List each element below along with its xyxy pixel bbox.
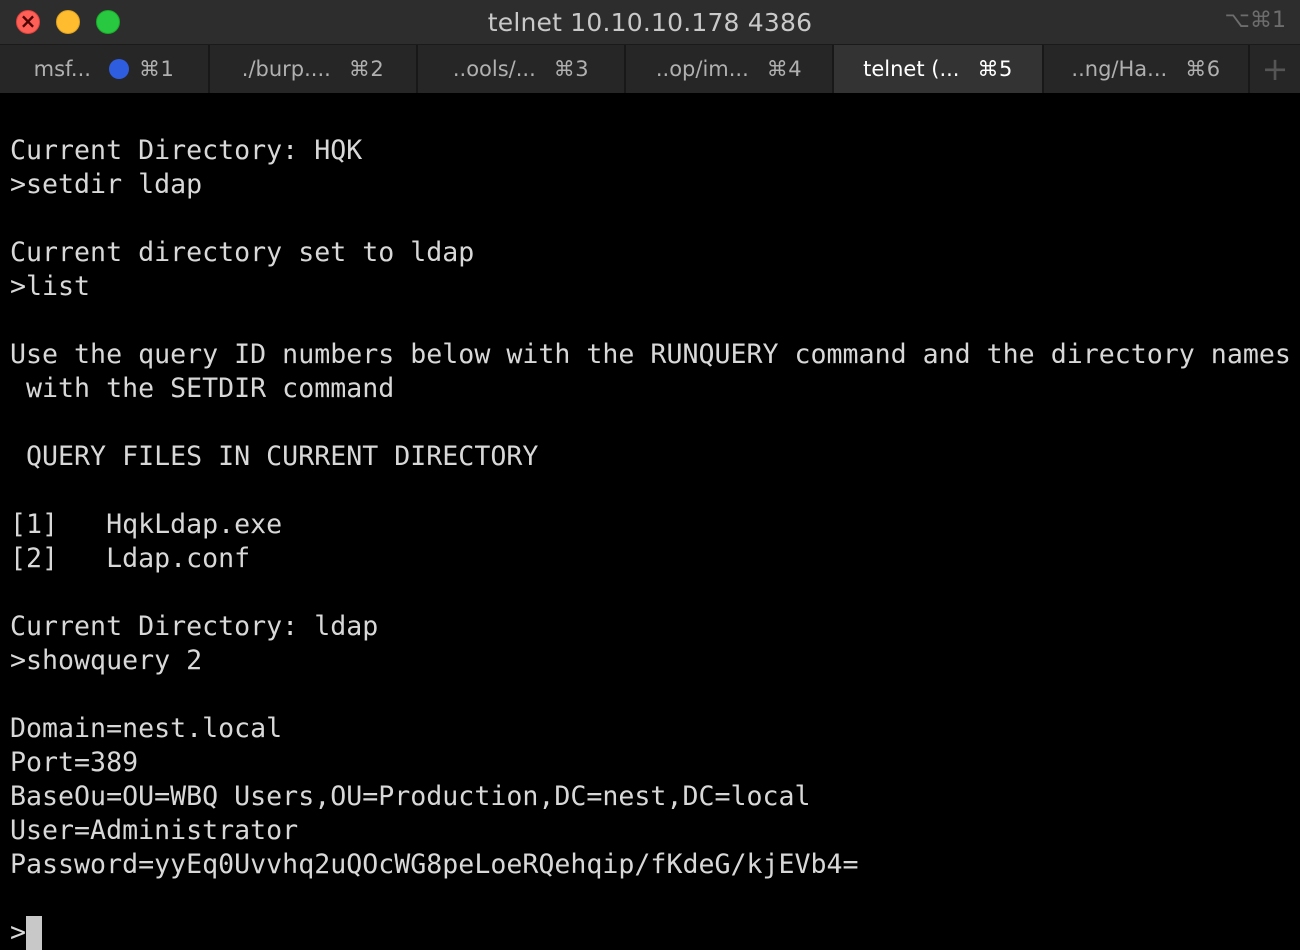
terminal-line: Current Directory: HQK [10,135,363,166]
terminal-line: with the SETDIR command [10,373,395,404]
tab-label: ..ng/Ha... [1071,57,1168,81]
minimize-window-button[interactable] [56,10,80,34]
window-title: telnet 10.10.10.178 4386 [487,7,813,37]
terminal-line: User=Administrator [10,815,299,846]
tab-5[interactable]: telnet (... ⌘5 [834,45,1044,93]
terminal-line: Current Directory: ldap [10,611,379,642]
tab-shortcut: ⌘1 [138,57,175,81]
terminal-line: Domain=nest.local [10,713,283,744]
tab-label: ./burp.... [241,57,331,81]
tab-4[interactable]: ..op/im... ⌘4 [626,45,834,93]
prompt-line[interactable]: > [10,916,1295,950]
prompt: > [10,917,27,948]
terminal-line: QUERY FILES IN CURRENT DIRECTORY [10,441,539,472]
tab-bar: msf... ⌘1 ./burp.... ⌘2 ..ools/... ⌘3 ..… [0,44,1300,93]
terminal-line: Password=yyEq0Uvvhq2uQOcWG8peLoeRQehqip/… [10,849,859,880]
plus-icon: + [1261,50,1289,88]
tab-label: telnet (... [863,57,960,81]
tab-6[interactable]: ..ng/Ha... ⌘6 [1044,45,1250,93]
tab-3[interactable]: ..ools/... ⌘3 [418,45,626,93]
terminal-line: >list [10,271,91,302]
tab-2[interactable]: ./burp.... ⌘2 [210,45,418,93]
title-bar[interactable]: telnet 10.10.10.178 4386 ⌥⌘1 [0,0,1300,44]
tab-label: msf... [33,57,91,81]
tab-shortcut: ⌘4 [766,57,803,81]
terminal-line: Port=389 [10,747,139,778]
terminal-output[interactable]: Current Directory: HQK >setdir ldap Curren… [10,100,1295,950]
activity-dot-icon [108,59,129,79]
tab-label: ..ools/... [452,57,536,81]
tab-shortcut: ⌘3 [553,57,590,81]
terminal-line: >showquery 2 [10,645,203,676]
window-shortcut: ⌥⌘1 [1224,8,1286,33]
maximize-window-button[interactable] [96,10,120,34]
terminal-window: telnet 10.10.10.178 4386 ⌥⌘1 msf... ⌘1 .… [0,0,1300,950]
tab-shortcut: ⌘2 [348,57,385,81]
close-window-button[interactable] [16,9,40,34]
terminal-line: [2] Ldap.conf [10,543,251,574]
new-tab-button[interactable]: + [1250,45,1300,93]
tab-shortcut: ⌘5 [977,57,1013,81]
tab-shortcut: ⌘6 [1185,57,1221,81]
tab-1[interactable]: msf... ⌘1 [0,45,210,93]
cursor [26,916,43,950]
terminal-line: BaseOu=OU=WBQ Users,OU=Production,DC=nes… [10,781,811,812]
terminal-line: Current directory set to ldap [10,237,475,268]
terminal-line: >setdir ldap [10,169,203,200]
tab-label: ..op/im... [655,57,749,81]
terminal-line: Use the query ID numbers below with the … [10,339,1291,370]
terminal-line: [1] HqkLdap.exe [10,509,283,540]
